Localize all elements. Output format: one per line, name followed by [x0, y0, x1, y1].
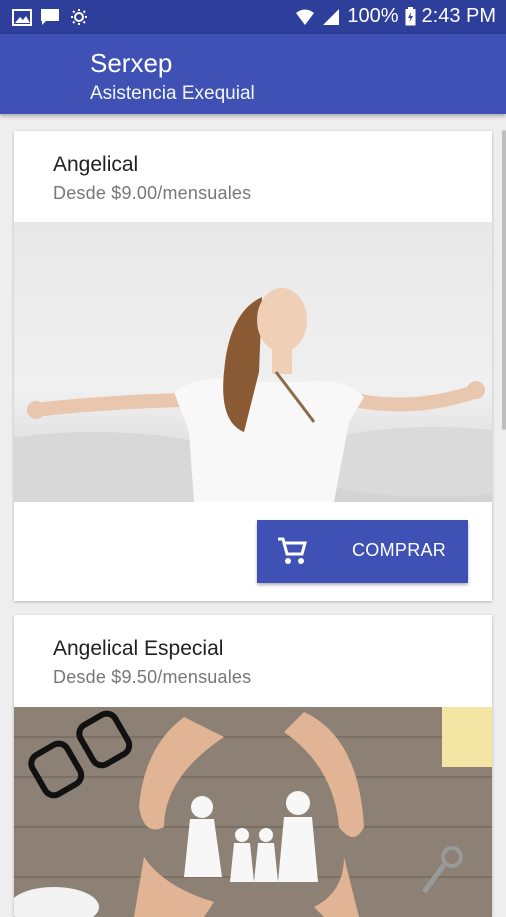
app-bar: Serxep Asistencia Exequial	[0, 34, 506, 114]
clock: 2:43 PM	[421, 5, 496, 27]
status-bar: 100% 2:43 PM	[0, 0, 506, 34]
plan-price: Desde $9.00/mensuales	[53, 183, 252, 203]
signal-icon	[323, 8, 340, 25]
app-title: Serxep	[90, 48, 173, 78]
battery-icon	[405, 7, 416, 26]
message-icon	[41, 9, 59, 25]
image-icon	[12, 8, 32, 26]
plan-name: Angelical	[53, 153, 139, 176]
plan-card-angelical[interactable]: Angelical Desde $9.00/mensuales COMPRAR	[14, 131, 492, 601]
buy-button-label: COMPRAR	[352, 540, 447, 560]
buy-button[interactable]: COMPRAR	[257, 520, 468, 583]
wifi-icon	[296, 9, 315, 25]
app-subtitle: Asistencia Exequial	[90, 83, 255, 104]
battery-percentage: 100%	[347, 5, 399, 27]
brightness-icon	[71, 9, 87, 25]
hands-protecting-family-illustration	[14, 707, 492, 917]
notification-icons	[12, 8, 90, 26]
plan-image	[14, 707, 492, 917]
plan-image	[14, 222, 492, 502]
plan-name: Angelical Especial	[53, 637, 224, 660]
cart-icon	[278, 537, 307, 564]
woman-arms-outstretched-illustration	[14, 222, 492, 502]
plan-price: Desde $9.50/mensuales	[53, 667, 252, 687]
scrollbar[interactable]	[502, 130, 506, 430]
plan-card-angelical-especial[interactable]: Angelical Especial Desde $9.50/mensuales	[14, 615, 492, 917]
system-status: 100% 2:43 PM	[295, 5, 496, 28]
